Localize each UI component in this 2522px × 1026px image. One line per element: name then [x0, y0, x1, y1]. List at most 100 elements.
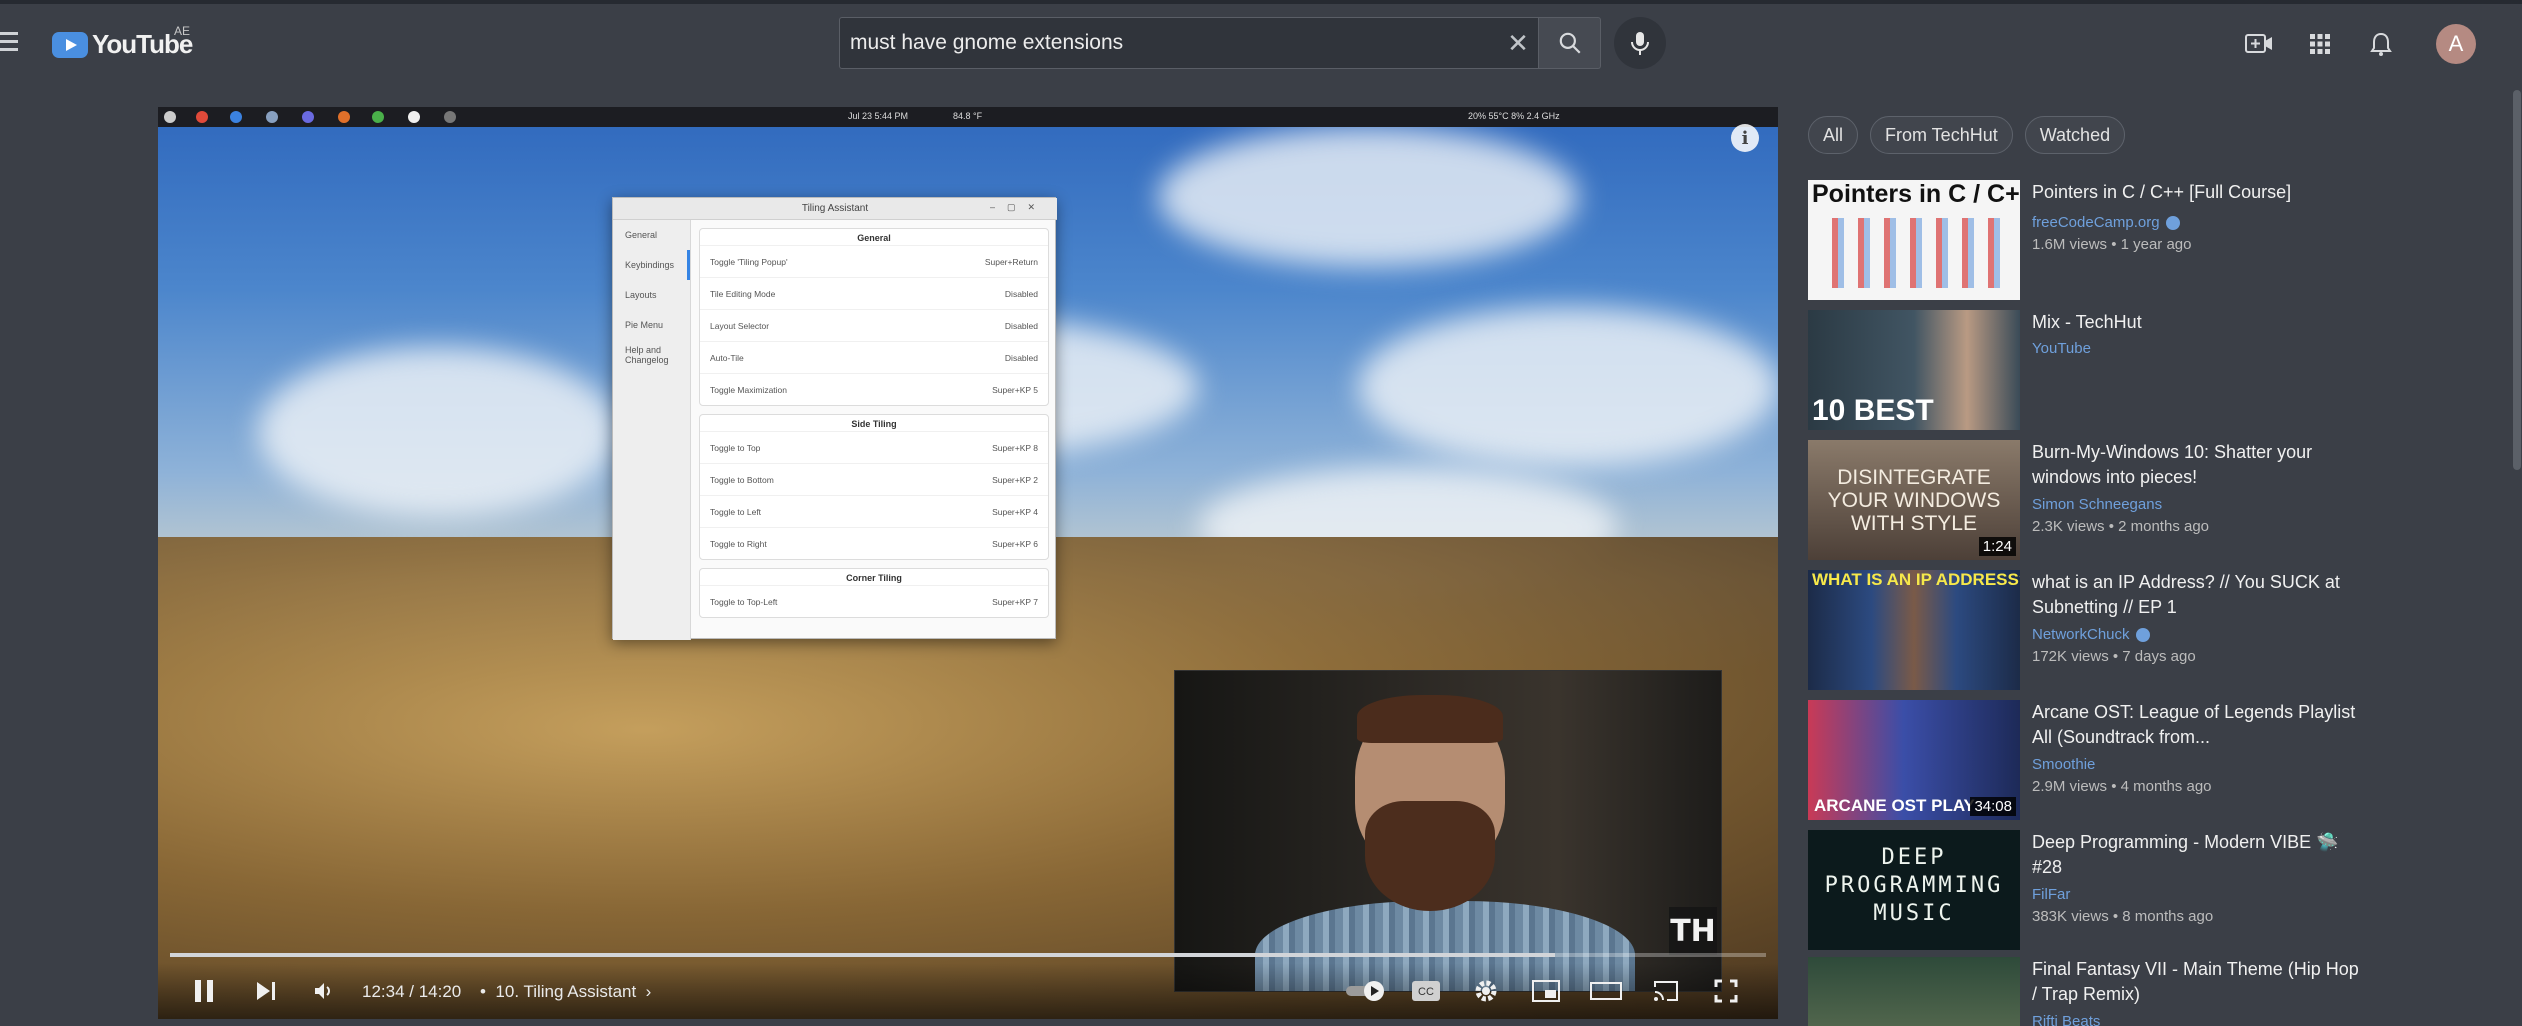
video-thumbnail[interactable]: 10 BEST [1808, 310, 2020, 430]
settings-button[interactable] [1466, 973, 1506, 1009]
app-icon [196, 111, 208, 123]
autoplay-icon [1346, 981, 1384, 1001]
section-heading: Corner Tiling [846, 573, 902, 583]
search-box: ✕ [839, 17, 1539, 69]
voice-search-button[interactable] [1614, 17, 1666, 69]
video-title[interactable]: Arcane OST: League of Legends Playlist A… [2032, 700, 2362, 750]
row-value: Super+KP 5 [992, 384, 1038, 395]
row-label: Toggle to Bottom [710, 474, 774, 485]
youtube-logo[interactable]: YouTube [52, 29, 193, 60]
recommendation-item[interactable]: DISINTEGRATE YOUR WINDOWS WITH STYLE 1:2… [1808, 440, 2368, 560]
row-value: Disabled [1004, 288, 1038, 299]
channel-name[interactable]: FilFar [2032, 886, 2070, 903]
video-title[interactable]: Burn-My-Windows 10: Shatter your windows… [2032, 440, 2362, 490]
row-value: Super+KP 7 [992, 596, 1038, 607]
info-icon[interactable]: i [1731, 124, 1759, 152]
video-player[interactable]: Jul 23 5:44 PM 84.8 °F 20% 55°C 8% 2.4 G… [158, 107, 1778, 1019]
channel-name[interactable]: Rifti Beats [2032, 1013, 2100, 1026]
pause-icon [195, 980, 213, 1002]
settings-sidebar: General Keybindings Layouts Pie Menu Hel… [613, 220, 691, 640]
volume-button[interactable] [306, 973, 342, 1009]
recommendation-item[interactable]: DEEP PROGRAMMING MUSIC Deep Programming … [1808, 830, 2368, 950]
menu-icon[interactable] [0, 32, 18, 52]
autoplay-toggle[interactable] [1342, 973, 1392, 1009]
miniplayer-icon [1532, 980, 1560, 1002]
chip-all[interactable]: All [1808, 116, 1859, 154]
row-value: Super+KP 2 [992, 474, 1038, 485]
notifications-icon[interactable] [2363, 26, 2399, 62]
row-label: Toggle to Top [710, 442, 761, 453]
pause-button[interactable] [186, 973, 222, 1009]
row-label: Toggle Maximization [710, 384, 788, 395]
app-icon [372, 111, 384, 123]
app-icon [338, 111, 350, 123]
video-meta: 383K views • 8 months ago [2032, 908, 2214, 925]
app-icon [302, 111, 314, 123]
captions-icon: CC [1412, 981, 1440, 1001]
create-icon[interactable] [2241, 26, 2277, 62]
recommendation-item[interactable]: WHAT IS AN IP ADDRESS? what is an IP Add… [1808, 570, 2368, 690]
channel-label: freeCodeCamp.org [2032, 214, 2160, 231]
settings-content: General Toggle 'Tiling Popup' Super+Retur… [699, 220, 1049, 640]
fullscreen-button[interactable] [1706, 973, 1746, 1009]
clear-icon[interactable]: ✕ [1498, 23, 1538, 63]
page-scrollbar[interactable] [2512, 80, 2522, 1026]
window-controls: –▢✕ [989, 202, 1047, 212]
channel-name[interactable]: NetworkChuck [2032, 626, 2150, 643]
next-button[interactable] [248, 973, 284, 1009]
desktop-weather: 84.8 °F [953, 111, 983, 121]
section-heading: General [857, 233, 891, 243]
row-label: Toggle to Left [710, 506, 762, 517]
thumbnail-text: DISINTEGRATE YOUR WINDOWS WITH STYLE [1827, 466, 2001, 535]
channel-name[interactable]: YouTube [2032, 340, 2091, 357]
video-thumbnail[interactable]: Pointers in C / C++ [1808, 180, 2020, 300]
video-title[interactable]: Deep Programming - Modern VIBE 🛸 #28 [2032, 830, 2362, 880]
row-value: Super+Return [984, 256, 1038, 267]
app-icon [164, 111, 176, 123]
channel-label: Smoothie [2032, 756, 2096, 773]
apps-icon[interactable] [2302, 26, 2338, 62]
video-thumbnail[interactable]: WHAT IS AN IP ADDRESS? [1808, 570, 2020, 690]
video-thumbnail[interactable]: ARCANE OST PLAY 34:08 [1808, 700, 2020, 820]
channel-name[interactable]: Smoothie [2032, 756, 2095, 773]
filter-chips: All From TechHut Watched [1808, 116, 2126, 154]
video-title[interactable]: what is an IP Address? // You SUCK at Su… [2032, 570, 2362, 620]
video-title[interactable]: Final Fantasy VII - Main Theme (Hip Hop … [2032, 957, 2362, 1007]
progress-bar[interactable] [170, 953, 1766, 957]
channel-name[interactable]: freeCodeCamp.org [2032, 214, 2180, 231]
svg-text:CC: CC [1418, 986, 1434, 998]
chip-from-techhut[interactable]: From TechHut [1870, 116, 2013, 154]
recommendation-item[interactable]: Final Fantasy VII - Main Theme (Hip Hop … [1808, 957, 2368, 1026]
video-thumbnail[interactable] [1808, 957, 2020, 1026]
recommendation-item[interactable]: Pointers in C / C++ Pointers in C / C++ … [1808, 180, 2368, 300]
recommendation-item[interactable]: 10 BEST Mix - TechHut YouTube [1808, 310, 2368, 430]
theater-button[interactable] [1586, 973, 1626, 1009]
cast-button[interactable] [1646, 973, 1686, 1009]
scrollbar-thumb[interactable] [2513, 90, 2521, 470]
video-thumbnail[interactable]: DEEP PROGRAMMING MUSIC [1808, 830, 2020, 950]
settings-row: Tile Editing Mode Disabled [700, 277, 1048, 309]
video-title[interactable]: Mix - TechHut [2032, 310, 2362, 335]
fullscreen-icon [1714, 979, 1738, 1003]
row-label: Layout Selector [710, 320, 770, 331]
video-title[interactable]: Pointers in C / C++ [Full Course] [2032, 180, 2362, 205]
thumbnail-text: 10 BEST [1812, 394, 1934, 427]
settings-section: General Toggle 'Tiling Popup' Super+Retur… [699, 228, 1049, 406]
miniplayer-button[interactable] [1526, 973, 1566, 1009]
search-button[interactable] [1539, 17, 1601, 69]
recommendation-item[interactable]: ARCANE OST PLAY 34:08 Arcane OST: League… [1808, 700, 2368, 820]
channel-name[interactable]: Simon Schneegans [2032, 496, 2162, 513]
chip-watched[interactable]: Watched [2024, 116, 2126, 154]
time-display: 12:34 / 14:20 [362, 982, 462, 1001]
settings-row: Toggle to Bottom Super+KP 2 [700, 463, 1048, 495]
chapter-title[interactable]: • 10. Tiling Assistant › [480, 982, 651, 1002]
chapter-label: 10. Tiling Assistant [495, 982, 637, 1001]
search-input[interactable] [850, 31, 1498, 55]
video-thumbnail[interactable]: DISINTEGRATE YOUR WINDOWS WITH STYLE 1:2… [1808, 440, 2020, 560]
channel-label: Rifti Beats [2032, 1013, 2101, 1026]
avatar[interactable]: A [2436, 24, 2476, 64]
volume-icon [315, 983, 330, 999]
thumbnail-text: DEEP PROGRAMMING MUSIC [1824, 845, 2004, 926]
captions-button[interactable]: CC [1406, 973, 1446, 1009]
video-meta: 172K views • 7 days ago [2032, 648, 2196, 665]
